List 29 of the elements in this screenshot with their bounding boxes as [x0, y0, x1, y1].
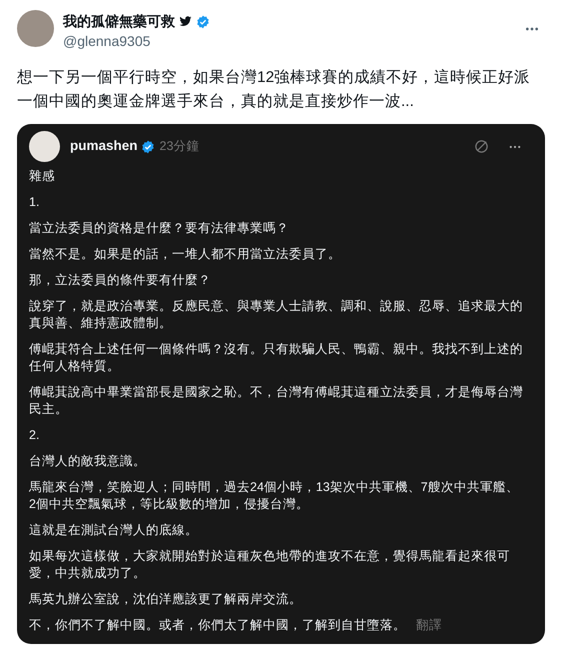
display-name[interactable]: 我的孤僻無藥可救 [63, 11, 175, 32]
bird-icon [179, 15, 192, 28]
post-paragraph: 那，立法委員的條件要有什麼？ [29, 272, 212, 289]
post-paragraph: 這就是在測試台灣人的底線。 [29, 522, 199, 539]
post-paragraph: 1. [29, 194, 40, 211]
verified-badge-icon [140, 140, 155, 154]
post-paragraph: 傅崐萁說高中畢業當部長是國家之恥。不，台灣有傅崐萁這種立法委員，才是侮辱台灣民主。 [29, 384, 523, 418]
verified-badge-icon [196, 14, 210, 28]
post-paragraph: 不，你們不了解中國。或者，你們太了解中國，了解到自甘墮落。 [29, 617, 406, 634]
translate-link[interactable]: 翻譯 [416, 617, 442, 634]
post-paragraph: 當然不是。如果是的話，一堆人都不用當立法委員了。 [29, 246, 342, 263]
more-icon[interactable] [509, 144, 521, 148]
post-paragraph: 如果每次這樣做，大家就開始對於這種灰色地帶的進攻不在意，覺得馬龍看起來很可愛，中共就成功了。 [29, 548, 511, 582]
tweet-text: 想一下另一個平行時空，如果台灣12強棒球賽的成績不好，這時候正好派一個中國的奧運金牌選手來台，真的就是直接炒作一波... [17, 68, 532, 112]
post-paragraph: 說穿了，就是政治專業。反應民意、與專業人士請教、調和、說服、忍辱、追求最大的真與善、維持憲政體制。 [29, 298, 523, 332]
post-paragraph: 傅崐萁符合上述任何一個條件嗎？沒有。只有欺騙人民、鴨霸、親中。我找不到上述的任何人格特質。 [29, 341, 523, 375]
post-paragraph: 雜感 [29, 168, 56, 185]
circle-slash-icon [474, 139, 489, 154]
avatar[interactable] [17, 10, 54, 47]
user-handle[interactable]: @glenna9305 [63, 32, 525, 50]
post-paragraph: 當立法委員的資格是什麼？要有法律專業嗎？ [29, 220, 290, 237]
more-icon[interactable] [525, 27, 539, 31]
avatar [29, 131, 60, 162]
post-paragraph: 台灣人的敵我意識。 [29, 453, 147, 470]
post-paragraph: 馬英九辦公室說，沈伯洋應該更了解兩岸交流。 [29, 591, 303, 608]
post-paragraph: 馬龍來台灣，笑臉迎人；同時間，過去24個小時，13架次中共軍機、7艘次中共軍艦、2個中共空飄氣球，等比級數的增加，侵擾台灣。 [29, 479, 520, 513]
post-paragraph: 2. [29, 427, 40, 444]
username: pumashen [70, 137, 138, 156]
post-time: 23分鐘 [160, 138, 200, 156]
